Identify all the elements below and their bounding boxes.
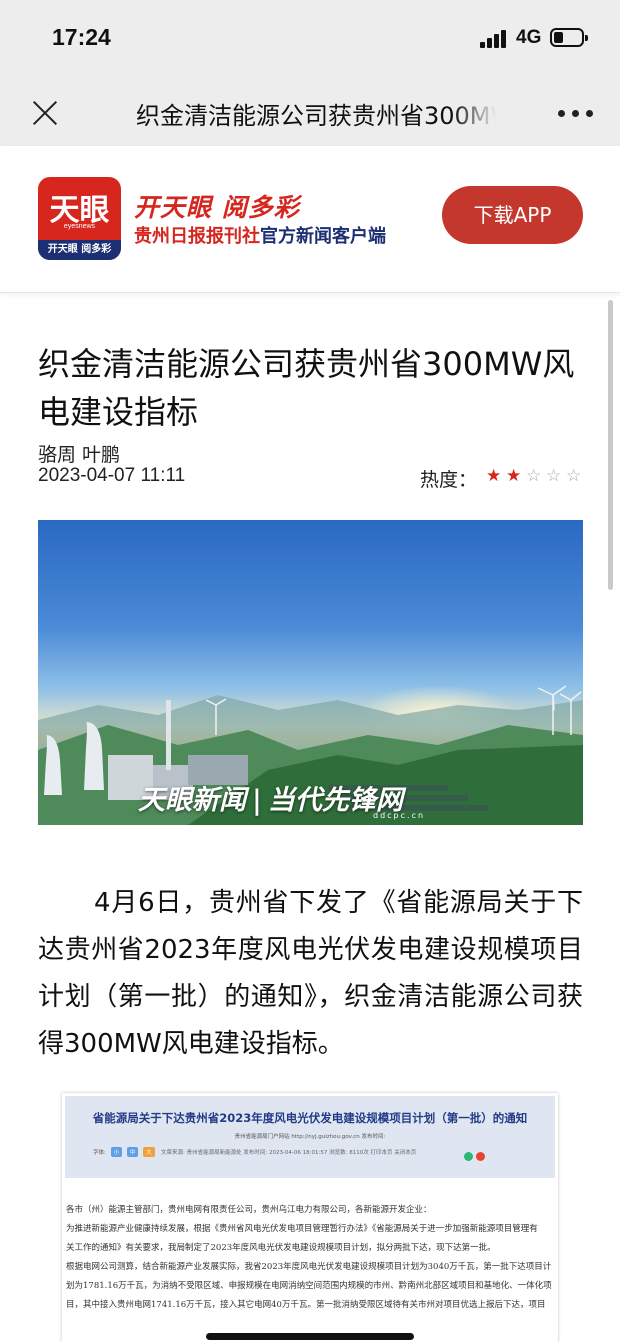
hero-watermark-url: ddcpc.cn bbox=[373, 811, 426, 820]
banner-subtitle-client: 官方新闻客户端 bbox=[260, 226, 386, 247]
font-size-small: 小 bbox=[110, 1147, 123, 1157]
document-source: 贵州省能源局门户网站 http://nyj.guizhou.gov.cn 发布时… bbox=[234, 1134, 386, 1140]
hero-caption-left: 天眼新闻 bbox=[138, 785, 246, 816]
font-size-medium: 中 bbox=[126, 1147, 139, 1157]
download-app-button[interactable]: 下载APP bbox=[442, 186, 583, 244]
hero-image: 天眼新闻 | 当代先锋网 ddcpc.cn bbox=[38, 520, 583, 825]
home-indicator[interactable] bbox=[206, 1333, 414, 1340]
close-icon[interactable] bbox=[30, 98, 60, 128]
battery-icon bbox=[550, 28, 588, 47]
scrollbar[interactable] bbox=[608, 300, 613, 590]
article-author: 骆周 叶鹏 bbox=[38, 444, 121, 466]
star-icon: ★ bbox=[506, 466, 522, 486]
font-size-large: 大 bbox=[143, 1147, 155, 1157]
document-font-size: 字体: 小 中 大 bbox=[93, 1147, 155, 1157]
hero-caption: 天眼新闻 | 当代先锋网 bbox=[138, 778, 403, 817]
document-line: 关工作的通知》有关要求，我局制定了2023年度风电光伏发电建设规模项目计划，拟分… bbox=[66, 1243, 496, 1253]
document-header: 省能源局关于下达贵州省2023年度风电光伏发电建设规模项目计划（第一批）的通知 … bbox=[65, 1096, 555, 1178]
hero-caption-separator: | bbox=[252, 785, 262, 816]
weibo-icon bbox=[476, 1152, 485, 1161]
wechat-icon bbox=[464, 1152, 473, 1161]
article-date: 2023-04-07 11:11 bbox=[38, 465, 186, 486]
star-icon: ☆ bbox=[566, 466, 582, 486]
document-line: 划为1781.16万千瓦，为消纳不受限区域、申报规模在电网消纳空间范围内规模的市… bbox=[66, 1281, 552, 1291]
banner-subtitle-publisher: 贵州日报报刊社 bbox=[134, 226, 260, 247]
article-paragraph: 4月6日，贵州省下发了《省能源局关于下达贵州省2023年度风电光伏发电建设规模项… bbox=[38, 888, 583, 1059]
heat-rating: ★ ★ ☆ ☆ ☆ bbox=[486, 466, 586, 486]
star-icon: ★ bbox=[486, 466, 502, 486]
star-icon: ☆ bbox=[546, 466, 562, 486]
heat-label: 热度： bbox=[420, 469, 478, 491]
font-size-label: 字体: bbox=[93, 1150, 106, 1156]
status-bar: 17:24 4G bbox=[0, 0, 620, 80]
network-type: 4G bbox=[516, 27, 542, 48]
document-line: 为推进新能源产业健康持续发展，根据《贵州省风电光伏发电项目管理暂行办法》《省能源… bbox=[66, 1224, 538, 1234]
banner-slogan: 开天眼 阅多彩 bbox=[134, 193, 300, 222]
app-logo: 天眼 eyesnews 开天眼 阅多彩 bbox=[38, 177, 121, 260]
nav-bar: 织金清洁能源公司获贵州省300MW风电建设指标 bbox=[0, 80, 620, 146]
more-icon[interactable] bbox=[558, 110, 594, 118]
banner-subtitle: 贵州日报报刊社官方新闻客户端 bbox=[134, 222, 386, 248]
nav-title: 织金清洁能源公司获贵州省300MW风电建设指标 bbox=[136, 102, 496, 130]
signal-icon bbox=[480, 30, 510, 48]
document-body: 各市（州）能源主管部门，贵州电网有限责任公司，贵州乌江电力有限公司，各新能源开发… bbox=[62, 1201, 558, 1315]
document-title: 省能源局关于下达贵州省2023年度风电光伏发电建设规模项目计划（第一批）的通知 bbox=[92, 1111, 528, 1125]
star-icon: ☆ bbox=[526, 466, 542, 486]
document-line: 各市（州）能源主管部门，贵州电网有限责任公司，贵州乌江电力有限公司，各新能源开发… bbox=[66, 1205, 432, 1215]
document-line: 根据电网公司测算，结合新能源产业发展实际，我省2023年度风电光伏发电建设规模项… bbox=[66, 1262, 552, 1272]
article-headline: 织金清洁能源公司获贵州省300MW风电建设指标 bbox=[38, 345, 575, 431]
document-screenshot: 省能源局关于下达贵州省2023年度风电光伏发电建设规模项目计划（第一批）的通知 … bbox=[62, 1093, 558, 1342]
document-meta: 文章来源: 贵州省能源局新能源处 发布时间: 2023-04-06 18:01:… bbox=[161, 1150, 417, 1156]
logo-footer: 开天眼 阅多彩 bbox=[38, 240, 121, 260]
logo-small-text: eyesnews bbox=[63, 223, 96, 230]
document-line: 目，其中接入贵州电网1741.16万千瓦，接入其它电网40万千瓦。第一批消纳受限… bbox=[66, 1300, 546, 1310]
share-icons bbox=[461, 1146, 485, 1165]
app-download-banner: 天眼 eyesnews 开天眼 阅多彩 开天眼 阅多彩 贵州日报报刊社官方新闻客… bbox=[0, 146, 620, 293]
status-time: 17:24 bbox=[52, 24, 111, 50]
